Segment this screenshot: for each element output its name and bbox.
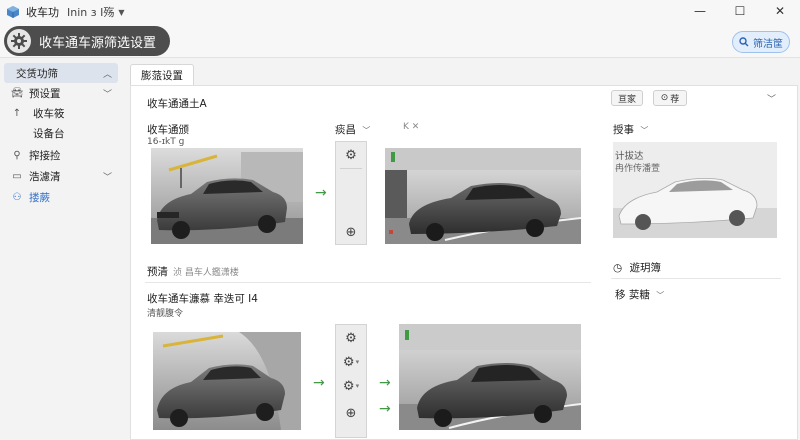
note-label: 预清: [147, 266, 168, 278]
location-icon: ⚲: [13, 149, 21, 161]
gear-icon: ⚙: [345, 330, 357, 346]
filter-dropdown[interactable]: 痰昌 ﹀: [335, 122, 370, 137]
settings-small-icon: ⊙: [660, 93, 669, 103]
right-link-2-label: 移 荬糖: [615, 289, 650, 301]
settings-panel: 收车通通土A 收车通颁 16-ɪkT g → 痰昌 ﹀ ⚙ ⊕ K ✕ 亘家 ⊙…: [130, 85, 798, 440]
minimize-button[interactable]: —: [680, 0, 720, 24]
chevron-down-icon: ▾: [355, 382, 360, 390]
sidebar-item-label: 浩濾清: [29, 170, 61, 183]
recommend-button[interactable]: ⊙ 荐: [653, 90, 687, 106]
sidebar-item-device[interactable]: 设备台: [4, 123, 118, 143]
close-button[interactable]: ✕: [760, 0, 800, 24]
tool-strip-1: ⚙ ⊕: [335, 141, 367, 245]
divider: [145, 282, 591, 283]
chevron-down-icon: ﹀: [102, 89, 112, 100]
source-car-photo-2: [153, 332, 301, 430]
sidebar-item-label: 设备台: [33, 127, 65, 140]
right-link-1-label: 遊玥簿: [629, 262, 662, 274]
sidebar-item-label: 收车筱: [33, 107, 65, 120]
arrow-right-icon: →: [315, 185, 327, 201]
chevron-down-icon: ﹀: [102, 172, 112, 183]
target-tool-button[interactable]: ⊕: [336, 403, 366, 423]
preview-card: 计拔达 冉作传潘萱: [613, 142, 777, 238]
gear-icon: ⚙: [342, 378, 355, 394]
crosshair-icon: ⊕: [345, 224, 357, 240]
header-button-label: 筛洁筐: [753, 38, 783, 50]
right-link-1[interactable]: ◷ 遊玥簿: [613, 260, 661, 275]
sidebar-item-pickup[interactable]: ⚲ 搾接捡: [4, 145, 118, 165]
car-icon: 🚘︎: [10, 87, 24, 99]
section2-title: 收车通车濂慕 幸迭可 I4: [147, 293, 258, 305]
crosshair-icon: ⊕: [345, 405, 357, 421]
tool-strip-2: ⚙ ⚙ ▾ ⚙ ▾ ⊕: [335, 324, 367, 438]
pin-icon: ↑: [12, 107, 22, 119]
result-car-photo: [385, 148, 581, 244]
sidebar-item-label: 搾接捡: [29, 149, 61, 162]
divider: [611, 278, 781, 279]
gear-tool-button[interactable]: ⚙ ▾: [336, 377, 366, 395]
sidebar-item-presets[interactable]: 🚘︎ 预设置 ﹀: [4, 83, 118, 103]
chevron-down-icon: ﹀: [656, 291, 665, 300]
app-cube-icon: [7, 6, 19, 18]
app-title: 收车功: [26, 6, 59, 19]
sidebar-item-label: 预设置: [29, 87, 61, 100]
sidebar-item-label: 交赁功筛: [16, 67, 58, 80]
sidebar: 交赁功筛 ︿ 🚘︎ 预设置 ﹀ ↑ 收车筱 设备台 ⚲ 搾接捡 ▭ 浩濾清 ﹀ …: [0, 58, 122, 440]
maximize-button[interactable]: ☐: [720, 0, 760, 24]
recommend-button-label: 荐: [670, 94, 680, 105]
right-link-2[interactable]: 移 荬糖 ﹀: [615, 287, 664, 302]
title-bar: 收车功 Inin ɜ I殇 ▼ — ☐ ✕: [0, 0, 800, 24]
clock-icon: ◷: [613, 262, 623, 274]
section1-title: 收车通通土A: [147, 98, 207, 110]
chevron-down-icon: ﹀: [640, 126, 649, 135]
chevron-up-icon: ︿: [102, 69, 112, 80]
section2-subtitle: 清靓腹令: [147, 309, 184, 319]
sidebar-item-collect[interactable]: ↑ 收车筱: [4, 103, 118, 123]
arrow-right-icon: →: [379, 401, 391, 417]
page-title: 收车通车源筛选设置: [39, 35, 157, 51]
chevron-down-icon[interactable]: ▼: [118, 8, 124, 17]
tab-settings[interactable]: 膨蒎设置: [130, 64, 194, 86]
target-tool-button[interactable]: ⊕: [336, 222, 366, 242]
filter-dropdown-label: 痰昌: [335, 124, 356, 136]
chevron-down-icon: ▾: [355, 358, 360, 366]
item-value: 16-ɪkT g: [147, 137, 185, 147]
preview-line2: 冉作传潘萱: [615, 164, 661, 174]
item-title: 收车通颁: [147, 124, 189, 136]
right-heading[interactable]: 授事 ﹀: [613, 122, 648, 137]
right-heading-label: 授事: [613, 124, 634, 136]
result-car-photo-2: [399, 324, 581, 430]
gear-icon: ⚙: [342, 354, 355, 370]
app-subtitle: Inin ɜ I殇: [67, 6, 115, 19]
search-icon: [739, 37, 749, 47]
gear-icon: ⚙: [345, 147, 357, 163]
sidebar-item-label: 搂蕨: [29, 191, 50, 204]
preview-line1: 计拔达: [615, 151, 644, 162]
group-icon: ⚇: [12, 191, 22, 203]
source-car-photo: [151, 148, 303, 244]
gear-icon: [7, 29, 31, 53]
chevron-down-icon[interactable]: ﹀: [767, 92, 776, 105]
gear-tool-button[interactable]: ⚙: [336, 329, 366, 347]
sidebar-item-filter[interactable]: 交赁功筛 ︿: [4, 63, 118, 83]
gear-tool-button[interactable]: ⚙ ▾: [336, 353, 366, 371]
page-header: 收车通车源筛选设置 筛洁筐: [0, 24, 800, 58]
note-text: 浈 昌车人鑑潇楼: [173, 268, 239, 278]
photo-toolbar[interactable]: K ✕: [403, 122, 419, 132]
home-button[interactable]: 亘家: [611, 90, 643, 106]
arrow-right-icon: →: [379, 375, 391, 391]
header-search-button[interactable]: 筛洁筐: [732, 31, 790, 53]
sidebar-item-group[interactable]: ⚇ 搂蕨: [4, 187, 118, 207]
main-area: 膨蒎设置 收车通通土A 收车通颁 16-ɪkT g → 痰昌 ﹀ ⚙ ⊕ K ✕…: [128, 58, 800, 440]
folder-icon: ▭: [12, 170, 22, 182]
window-controls: — ☐ ✕: [680, 0, 800, 24]
gear-tool-button[interactable]: ⚙: [336, 146, 366, 164]
arrow-right-icon: →: [313, 375, 325, 391]
header-title-pill: 收车通车源筛选设置: [4, 26, 170, 56]
chevron-down-icon: ﹀: [362, 126, 371, 135]
sidebar-item-clean[interactable]: ▭ 浩濾清 ﹀: [4, 166, 118, 186]
